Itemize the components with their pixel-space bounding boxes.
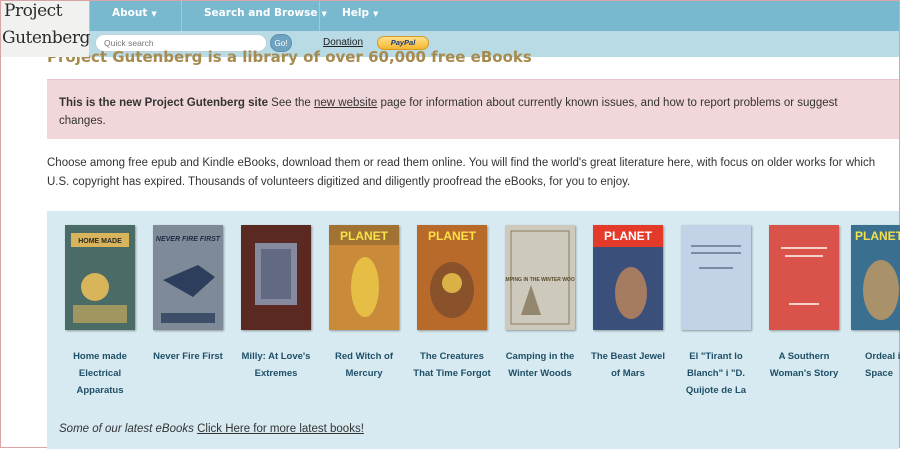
latest-books-panel: HOME MADE Home made Electrical Apparatus… <box>47 211 900 449</box>
book-item[interactable]: A Southern Woman's Story <box>763 225 845 382</box>
nav-search-and-browse[interactable]: Search and Browse ▼ <box>181 1 327 31</box>
book-cover-text: PLANET <box>428 229 477 243</box>
nav-about-label: About <box>112 7 148 19</box>
latest-ebooks-label: Some of our latest eBooks <box>59 423 198 435</box>
nav-search-label: Search and Browse <box>204 7 318 19</box>
book-cover[interactable]: CAMPING IN THE WINTER WOODS <box>505 225 575 330</box>
book-item[interactable]: NEVER FIRE FIRST Never Fire First <box>147 225 229 365</box>
book-cover-art: PLANET <box>851 225 900 330</box>
book-title[interactable]: The Creatures That Time Forgot <box>411 348 493 382</box>
book-item[interactable]: PLANET The Creatures That Time Forgot <box>411 225 493 382</box>
new-website-link[interactable]: new website <box>314 97 377 109</box>
book-cover-art <box>681 225 751 330</box>
book-cover-art: HOME MADE <box>65 225 135 330</box>
nav-about[interactable]: About ▼ <box>89 1 181 31</box>
page-title: Project Gutenberg is a library of over 6… <box>47 48 532 66</box>
book-item[interactable]: El "Tirant lo Blanch" i "D. Quijote de L… <box>675 225 757 399</box>
book-cover-text: PLANET <box>340 229 389 243</box>
caret-down-icon: ▼ <box>373 10 379 18</box>
book-title[interactable]: Ordeal in Space <box>849 348 900 382</box>
notice-heading: This is the new Project Gutenberg site <box>59 97 268 109</box>
book-cover[interactable]: NEVER FIRE FIRST <box>153 225 223 330</box>
book-title[interactable]: A Southern Woman's Story <box>763 348 845 382</box>
book-cover-text: PLANET <box>604 229 653 243</box>
book-item[interactable]: Milly: At Love's Extremes <box>235 225 317 382</box>
book-cover[interactable] <box>241 225 311 330</box>
book-item[interactable]: HOME MADE Home made Electrical Apparatus <box>59 225 141 399</box>
book-cover[interactable]: PLANET <box>851 225 900 330</box>
notice-banner: This is the new Project Gutenberg site S… <box>47 79 899 139</box>
book-cover[interactable]: PLANET <box>593 225 663 330</box>
book-title[interactable]: Camping in the Winter Woods <box>499 348 581 382</box>
book-item[interactable]: PLANET Ordeal in Space <box>849 225 900 382</box>
book-title[interactable]: El "Tirant lo Blanch" i "D. Quijote de L… <box>675 348 757 399</box>
book-cover-text: PLANET <box>855 229 900 243</box>
book-cover[interactable]: HOME MADE <box>65 225 135 330</box>
logo[interactable]: Project Gutenberg <box>1 1 90 57</box>
main-nav: About ▼ Search and Browse ▼ Help ▼ <box>89 1 395 31</box>
book-cover[interactable]: PLANET <box>417 225 487 330</box>
book-item[interactable]: CAMPING IN THE WINTER WOODS Camping in t… <box>499 225 581 382</box>
book-title[interactable]: Milly: At Love's Extremes <box>235 348 317 382</box>
logo-text-project: Project <box>4 1 62 21</box>
book-cover-art: PLANET <box>593 225 663 330</box>
book-cover-art <box>241 225 311 330</box>
book-cover-text: HOME MADE <box>78 238 122 245</box>
latest-ebooks-line: Some of our latest eBooks Click Here for… <box>59 423 364 435</box>
book-cover-art: CAMPING IN THE WINTER WOODS <box>505 225 575 330</box>
book-title[interactable]: Home made Electrical Apparatus <box>59 348 141 399</box>
donation-link[interactable]: Donation <box>323 37 363 48</box>
book-item[interactable]: PLANET Red Witch of Mercury <box>323 225 405 382</box>
book-cover-art <box>769 225 839 330</box>
nav-help[interactable]: Help ▼ <box>319 1 395 31</box>
book-item[interactable]: PLANET The Beast Jewel of Mars <box>587 225 669 382</box>
book-cover[interactable]: PLANET <box>329 225 399 330</box>
more-latest-books-link[interactable]: Click Here for more latest books! <box>197 423 364 435</box>
book-cover-text: CAMPING IN THE WINTER WOODS <box>505 277 575 283</box>
book-cover-art: PLANET <box>417 225 487 330</box>
book-cover[interactable] <box>769 225 839 330</box>
book-cover-art: PLANET <box>329 225 399 330</box>
book-cover-text: NEVER FIRE FIRST <box>156 236 221 243</box>
book-cover-art: NEVER FIRE FIRST <box>153 225 223 330</box>
logo-text-gutenberg: Gutenberg <box>2 28 90 48</box>
book-title[interactable]: Red Witch of Mercury <box>323 348 405 382</box>
book-title[interactable]: The Beast Jewel of Mars <box>587 348 669 382</box>
notice-text-pre: See the <box>267 97 315 109</box>
caret-down-icon: ▼ <box>151 10 157 18</box>
nav-help-label: Help <box>342 7 370 19</box>
top-nav-bar: About ▼ Search and Browse ▼ Help ▼ <box>1 1 899 32</box>
book-cover[interactable] <box>681 225 751 330</box>
intro-paragraph: Choose among free epub and Kindle eBooks… <box>47 157 876 188</box>
book-title[interactable]: Never Fire First <box>147 348 229 365</box>
